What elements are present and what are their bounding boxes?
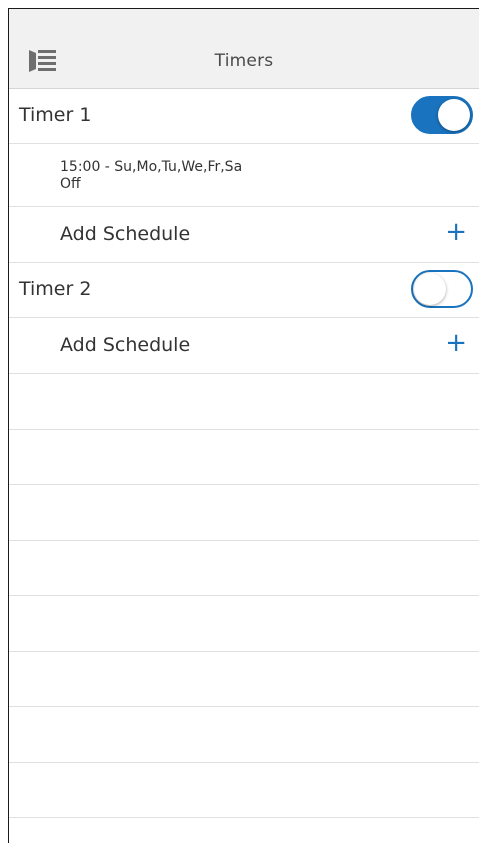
timer-row-1: Timer 1 [9, 89, 479, 144]
page-title: Timers [214, 51, 274, 71]
timer-label: Timer 1 [19, 104, 92, 126]
empty-row [9, 540, 479, 596]
app-frame: Timers Timer 1 15:00 - Su,Mo,Tu,We,Fr,Sa… [8, 8, 479, 843]
header-bar: Timers [9, 9, 479, 89]
add-schedule-label: Add Schedule [60, 334, 191, 356]
timer-label: Timer 2 [19, 278, 92, 300]
timer-1-add-schedule-button[interactable]: Add Schedule + [9, 207, 479, 263]
empty-row [9, 762, 479, 818]
plus-icon[interactable]: + [445, 218, 467, 246]
schedule-action: Off [60, 176, 81, 192]
empty-row [9, 651, 479, 707]
empty-row [9, 818, 479, 843]
schedule-time: 15:00 - Su,Mo,Tu,We,Fr,Sa [60, 159, 243, 175]
add-schedule-label: Add Schedule [60, 223, 191, 245]
empty-row [9, 707, 479, 763]
empty-row [9, 429, 479, 485]
empty-row [9, 485, 479, 541]
toggle-knob [414, 273, 446, 305]
schedule-item[interactable]: 15:00 - Su,Mo,Tu,We,Fr,Sa Off [9, 144, 479, 207]
plus-icon[interactable]: + [445, 329, 467, 357]
timer-row-2: Timer 2 [9, 263, 479, 318]
timer-2-add-schedule-button[interactable]: Add Schedule + [9, 318, 479, 374]
empty-row [9, 596, 479, 652]
empty-row [9, 374, 479, 430]
timer-2-toggle[interactable] [411, 270, 473, 308]
toggle-knob [438, 99, 470, 131]
timer-1-toggle[interactable] [411, 96, 473, 134]
